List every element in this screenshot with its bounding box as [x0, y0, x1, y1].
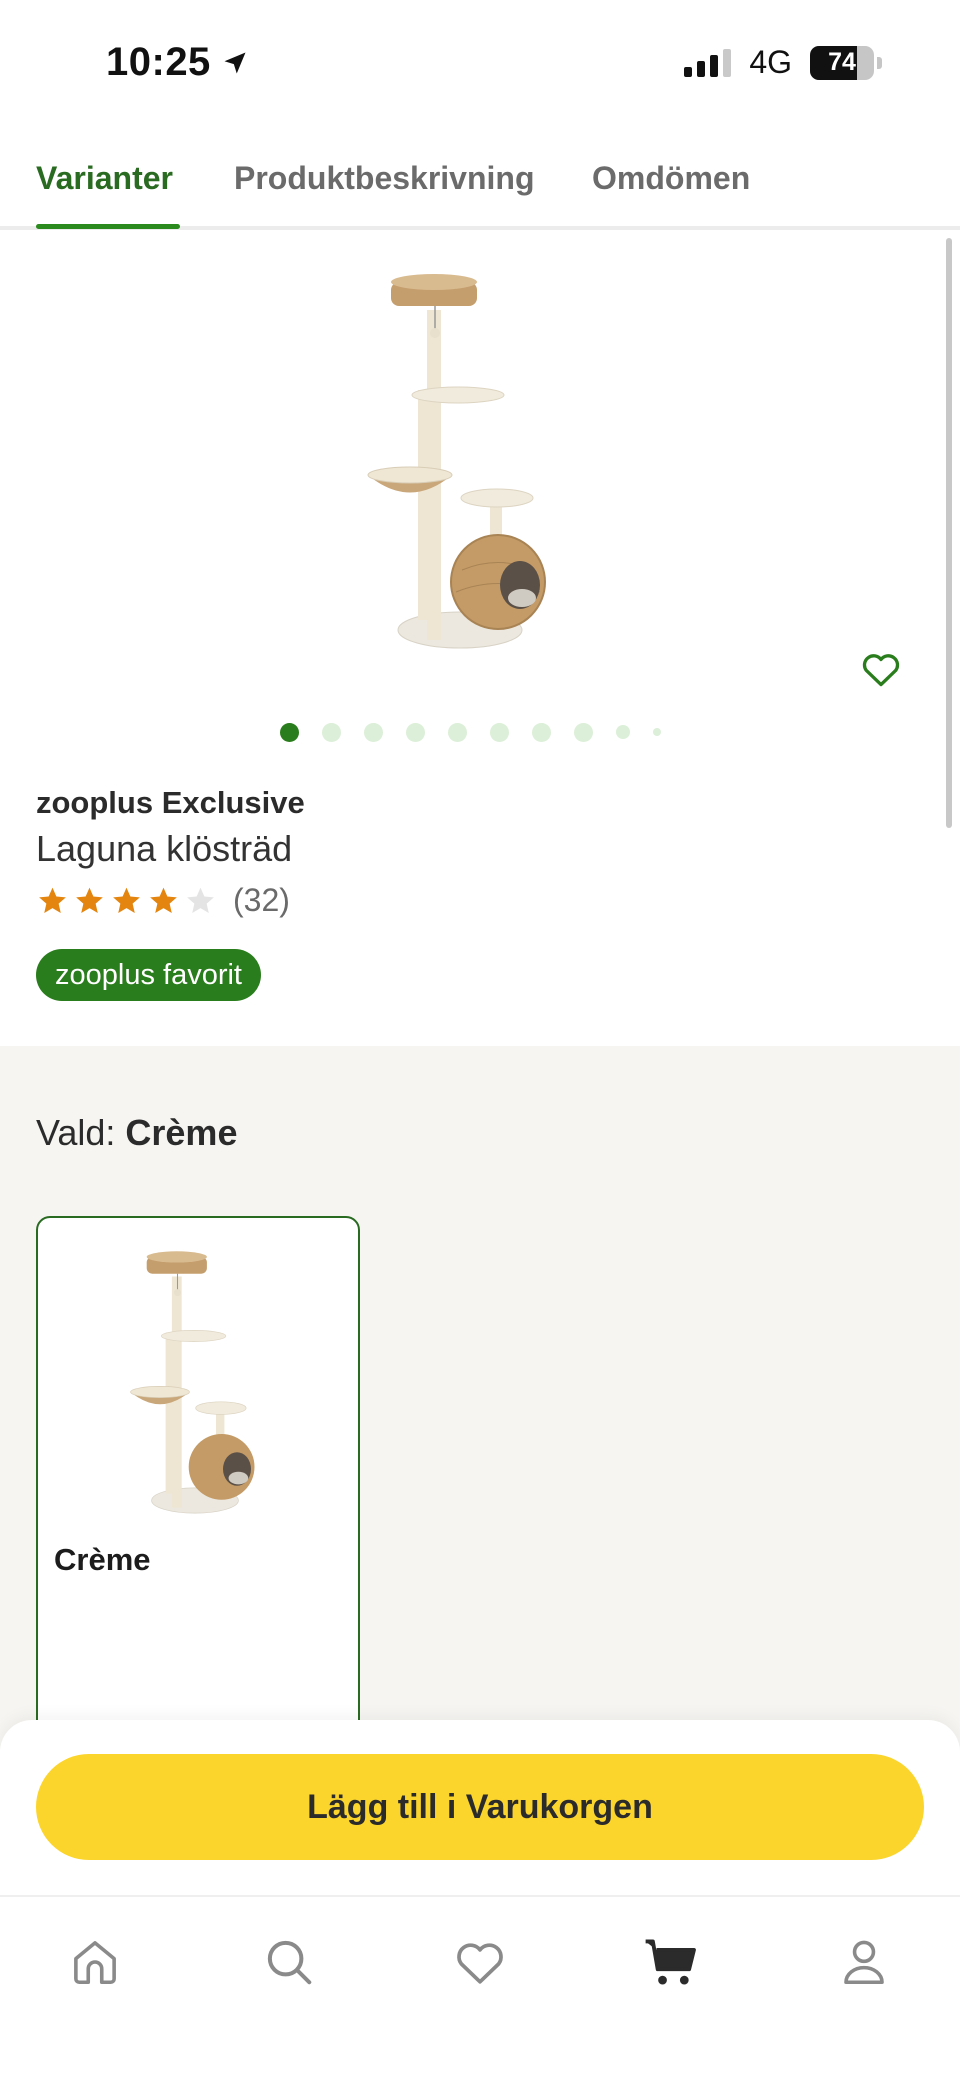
battery-icon: 74 [810, 45, 882, 80]
star-icon [39, 887, 66, 913]
selected-prefix: Vald: [36, 1112, 116, 1153]
product-title: Laguna klösträd [36, 828, 293, 869]
nav-profile[interactable] [829, 1927, 899, 1997]
favorite-badge: zooplus favorit [36, 949, 261, 1001]
gallery-dot[interactable] [532, 722, 551, 742]
gallery-pagination[interactable] [280, 722, 684, 742]
scrollbar[interactable] [946, 238, 952, 828]
nav-favorites[interactable] [445, 1927, 515, 1997]
network-type: 4G [749, 44, 792, 80]
review-count[interactable]: (32) [233, 882, 290, 919]
variant-thumbnail [130, 1251, 255, 1514]
cellular-signal-icon [684, 48, 732, 77]
location-arrow-icon [224, 52, 246, 73]
status-indicators: 4G 74 [684, 44, 882, 81]
variant-name: Crème [54, 1542, 151, 1577]
gallery-dot[interactable] [574, 722, 593, 742]
nav-cart[interactable] [636, 1927, 706, 1997]
profile-icon [844, 1940, 884, 1985]
star-icon [76, 887, 103, 913]
cart-icon [645, 1939, 696, 1985]
product-brand[interactable]: zooplus Exclusive [36, 785, 305, 821]
nav-home[interactable] [60, 1927, 130, 1997]
search-icon [267, 1940, 312, 1985]
selected-variant-label: Vald: Crème [36, 1112, 237, 1154]
rating-stars[interactable]: (32) [36, 882, 290, 919]
tab-produktbeskrivning[interactable]: Produktbeskrivning [234, 160, 535, 197]
star-icon [187, 887, 214, 913]
nav-search[interactable] [254, 1927, 324, 1997]
bottom-navigation [0, 1895, 960, 2081]
home-icon [74, 1941, 116, 1985]
tab-omdomen[interactable]: Omdömen [592, 160, 750, 197]
battery-percent: 74 [828, 48, 856, 76]
star-icon [113, 887, 140, 913]
tab-bar: Varianter Produktbeskrivning Omdömen [0, 140, 960, 230]
gallery-dot[interactable] [448, 722, 467, 742]
variant-card-creme[interactable]: Crème [36, 1216, 360, 1746]
heart-icon [457, 1943, 503, 1984]
status-time: 10:25 [106, 40, 249, 85]
product-image[interactable] [350, 270, 550, 660]
favorite-heart-icon[interactable] [857, 647, 905, 691]
gallery-dot[interactable] [322, 722, 341, 742]
tab-varianter[interactable]: Varianter [36, 160, 173, 197]
star-icon [150, 887, 177, 913]
clock: 10:25 [106, 40, 211, 84]
gallery-dot[interactable] [616, 725, 630, 739]
gallery-dot[interactable] [653, 728, 661, 736]
selected-value: Crème [125, 1112, 238, 1153]
add-to-cart-button[interactable]: Lägg till i Varukorgen [36, 1754, 924, 1860]
gallery-dot[interactable] [364, 722, 383, 742]
tab-active-indicator [36, 224, 180, 229]
add-to-cart-bar: Lägg till i Varukorgen [0, 1720, 960, 1895]
gallery-dot[interactable] [280, 722, 299, 742]
gallery-dot[interactable] [406, 722, 425, 742]
status-bar: 10:25 4G 74 [0, 0, 960, 125]
gallery-dot[interactable] [490, 722, 509, 742]
